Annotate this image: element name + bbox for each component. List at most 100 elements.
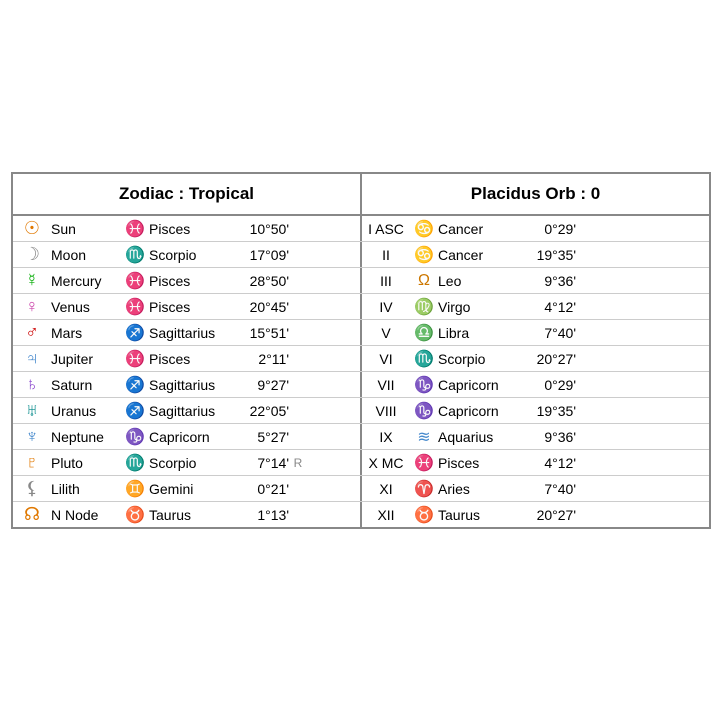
house-sign-icon: ♑	[410, 401, 438, 421]
house-row: III Ω Leo 9°36'	[362, 268, 709, 293]
planet-sign: Pisces	[149, 351, 239, 367]
planet-icon: ♀	[13, 296, 51, 317]
house-sign-icon: ♈	[410, 479, 438, 499]
table-row: ☽ Moon ♏ Scorpio 17°09' II ♋ Cancer 19°3…	[13, 242, 709, 268]
planet-name: Moon	[51, 247, 121, 263]
house-sign: Scorpio	[438, 351, 526, 367]
table-row: ♇ Pluto ♏ Scorpio 7°14' R X MC ♓ Pisces …	[13, 450, 709, 476]
planet-icon: ♄	[13, 374, 51, 395]
zodiac-header: Zodiac : Tropical	[13, 174, 362, 214]
planet-row: ☉ Sun ♓ Pisces 10°50'	[13, 216, 362, 241]
planet-icon: ☉	[13, 218, 51, 239]
planet-sign-icon: ♏	[121, 245, 149, 265]
house-degree: 20°27'	[526, 351, 576, 367]
house-sign: Taurus	[438, 507, 526, 523]
table-row: ♃ Jupiter ♓ Pisces 2°11' VI ♏ Scorpio 20…	[13, 346, 709, 372]
planet-row: ☊ N Node ♉ Taurus 1°13'	[13, 502, 362, 527]
planet-sign-icon: ♐	[121, 401, 149, 421]
house-row: V ♎ Libra 7°40'	[362, 320, 709, 345]
house-degree: 9°36'	[526, 273, 576, 289]
planet-icon: ♇	[13, 452, 51, 473]
house-sign: Aries	[438, 481, 526, 497]
house-sign: Pisces	[438, 455, 526, 471]
planet-degree: 0°21'	[239, 481, 289, 497]
house-number: VII	[362, 377, 410, 393]
house-sign: Capricorn	[438, 403, 526, 419]
planet-degree: 5°27'	[239, 429, 289, 445]
planet-sign: Sagittarius	[149, 325, 239, 341]
planet-name: Jupiter	[51, 351, 121, 367]
house-degree: 9°36'	[526, 429, 576, 445]
house-number: IV	[362, 299, 410, 315]
planet-name: Venus	[51, 299, 121, 315]
house-sign-icon: ♉	[410, 505, 438, 525]
planet-name: Mercury	[51, 273, 121, 289]
house-sign-icon: ♓	[410, 453, 438, 473]
house-degree: 20°27'	[526, 507, 576, 523]
planet-degree: 9°27'	[239, 377, 289, 393]
planet-sign: Taurus	[149, 507, 239, 523]
planet-row: ♇ Pluto ♏ Scorpio 7°14' R	[13, 450, 362, 475]
planet-sign: Scorpio	[149, 455, 239, 471]
planet-degree: 15°51'	[239, 325, 289, 341]
planet-sign-icon: ♐	[121, 375, 149, 395]
planet-name: Uranus	[51, 403, 121, 419]
placidus-header: Placidus Orb : 0	[362, 174, 709, 214]
planet-name: Sun	[51, 221, 121, 237]
house-number: II	[362, 247, 410, 263]
house-sign: Cancer	[438, 221, 526, 237]
astrology-table: Zodiac : Tropical Placidus Orb : 0 ☉ Sun…	[11, 172, 711, 529]
house-sign-icon: ♎	[410, 323, 438, 343]
planet-degree: 22°05'	[239, 403, 289, 419]
planet-row: ☽ Moon ♏ Scorpio 17°09'	[13, 242, 362, 267]
house-sign: Virgo	[438, 299, 526, 315]
table-row: ♂ Mars ♐ Sagittarius 15°51' V ♎ Libra 7°…	[13, 320, 709, 346]
planet-row: ☿ Mercury ♓ Pisces 28°50'	[13, 268, 362, 293]
planet-sign-icon: ♊	[121, 479, 149, 499]
house-row: X MC ♓ Pisces 4°12'	[362, 450, 709, 475]
house-degree: 19°35'	[526, 247, 576, 263]
planet-sign-icon: ♓	[121, 271, 149, 291]
planet-sign: Scorpio	[149, 247, 239, 263]
planet-row: ♂ Mars ♐ Sagittarius 15°51'	[13, 320, 362, 345]
house-sign-icon: ≋	[410, 427, 438, 447]
planet-sign-icon: ♓	[121, 297, 149, 317]
house-sign: Aquarius	[438, 429, 526, 445]
table-row: ☉ Sun ♓ Pisces 10°50' I ASC ♋ Cancer 0°2…	[13, 216, 709, 242]
house-row: XII ♉ Taurus 20°27'	[362, 502, 709, 527]
planet-row: ⚸ Lilith ♊ Gemini 0°21'	[13, 476, 362, 501]
planet-icon: ♂	[13, 322, 51, 343]
planet-sign-icon: ♏	[121, 453, 149, 473]
table-row: ♅ Uranus ♐ Sagittarius 22°05' VIII ♑ Cap…	[13, 398, 709, 424]
planet-sign: Gemini	[149, 481, 239, 497]
table-row: ♆ Neptune ♑ Capricorn 5°27' IX ≋ Aquariu…	[13, 424, 709, 450]
house-number: XII	[362, 507, 410, 523]
house-sign-icon: ♏	[410, 349, 438, 369]
house-row: XI ♈ Aries 7°40'	[362, 476, 709, 501]
house-degree: 19°35'	[526, 403, 576, 419]
table-body: ☉ Sun ♓ Pisces 10°50' I ASC ♋ Cancer 0°2…	[13, 216, 709, 527]
house-degree: 0°29'	[526, 221, 576, 237]
planet-degree: 7°14'	[239, 455, 289, 471]
planet-row: ♅ Uranus ♐ Sagittarius 22°05'	[13, 398, 362, 423]
house-degree: 7°40'	[526, 481, 576, 497]
house-number: V	[362, 325, 410, 341]
retrograde-flag: R	[289, 456, 307, 470]
planet-degree: 17°09'	[239, 247, 289, 263]
planet-degree: 10°50'	[239, 221, 289, 237]
house-sign-icon: ♑	[410, 375, 438, 395]
house-degree: 4°12'	[526, 455, 576, 471]
house-number: IX	[362, 429, 410, 445]
planet-row: ♀ Venus ♓ Pisces 20°45'	[13, 294, 362, 319]
planet-sign-icon: ♉	[121, 505, 149, 525]
planet-name: Neptune	[51, 429, 121, 445]
house-number: I ASC	[362, 221, 410, 237]
planet-sign: Pisces	[149, 273, 239, 289]
planet-degree: 2°11'	[239, 351, 289, 367]
house-row: VI ♏ Scorpio 20°27'	[362, 346, 709, 371]
planet-degree: 28°50'	[239, 273, 289, 289]
house-sign-icon: ♋	[410, 245, 438, 265]
planet-sign: Capricorn	[149, 429, 239, 445]
planet-row: ♄ Saturn ♐ Sagittarius 9°27'	[13, 372, 362, 397]
planet-sign: Sagittarius	[149, 377, 239, 393]
